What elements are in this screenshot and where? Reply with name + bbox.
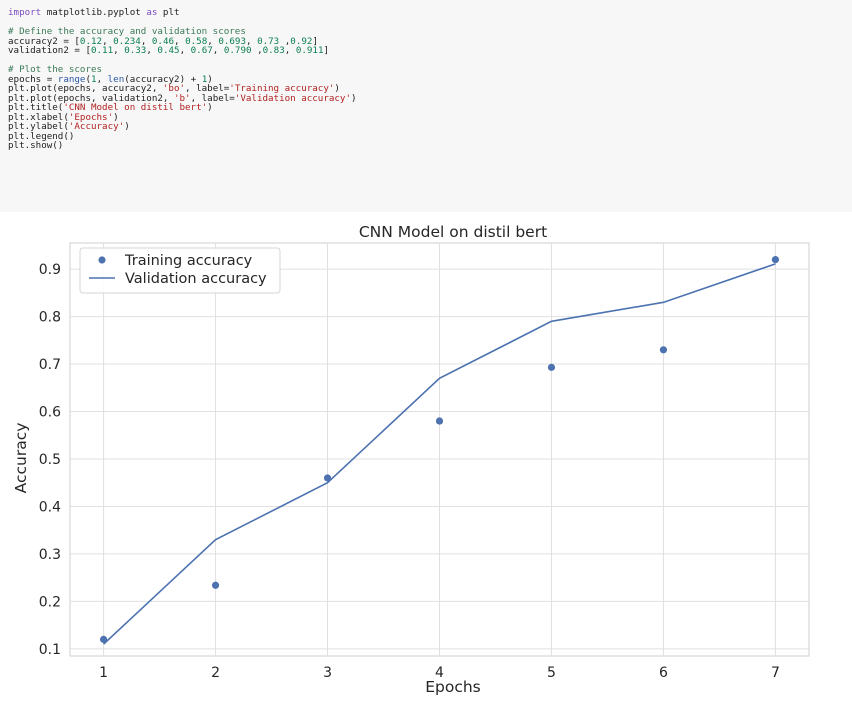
code-token: , — [146, 45, 158, 56]
code-line: plt.show() — [8, 141, 852, 151]
code-token: import — [8, 7, 42, 18]
accuracy-chart: CNN Model on distil bert 1 2 3 4 5 6 70.10.20.… — [12, 223, 810, 696]
code-token: 0.67 — [190, 45, 213, 56]
code-token: 'Validation accuracy' — [234, 92, 351, 104]
training-accuracy-point — [99, 635, 108, 643]
code-token: , — [212, 45, 224, 56]
code-token: 0.911 — [295, 45, 324, 56]
code-token: ) — [351, 92, 357, 104]
code-token: 0.11 — [90, 45, 114, 56]
x-tick-label: 7 — [771, 665, 780, 681]
code-token: ] — [323, 45, 330, 56]
legend-marker-training — [98, 256, 106, 264]
y-tick-label: 0.3 — [39, 547, 61, 563]
y-tick-label: 0.8 — [39, 310, 61, 326]
code-token: , — [113, 45, 125, 56]
y-tick-label: 0.6 — [39, 405, 61, 421]
code-line: plt.ylabel('Accuracy') — [8, 122, 852, 132]
training-accuracy-point — [771, 256, 780, 264]
code-token: as — [146, 7, 158, 18]
training-accuracy-point — [659, 346, 668, 354]
x-tick-label: 1 — [99, 665, 108, 681]
code-line: validation2 = [0.11, 0.33, 0.45, 0.67, 0… — [8, 46, 852, 56]
code-token: plt — [157, 7, 180, 18]
y-tick-label: 0.5 — [39, 452, 61, 468]
code-cell[interactable]: import matplotlib.pyplot as plt # Define … — [0, 0, 852, 212]
figure: CNN Model on distil bert 1 2 3 4 5 6 7 0.1 0.2 0.… — [0, 212, 852, 702]
code-lines: import matplotlib.pyplot as plt # Define … — [8, 8, 852, 151]
training-accuracy-point — [211, 581, 220, 589]
training-accuracy-point — [435, 417, 444, 425]
code-token: ) — [207, 102, 213, 113]
y-tick-label: 0.9 — [39, 262, 61, 278]
code-token: , — [284, 45, 296, 56]
x-tick-label: 6 — [659, 665, 668, 681]
code-token: 0.45 — [157, 45, 180, 56]
code-token: 0.790 — [223, 45, 252, 56]
y-tick-label: 0.7 — [39, 357, 61, 373]
code-token: validation2 = [ — [8, 45, 91, 56]
code-line: plt.xlabel('Epochs') — [8, 112, 852, 123]
code-token: ) — [124, 121, 130, 132]
y-tick-label: 0.4 — [39, 499, 61, 515]
x-tick-label: 3 — [323, 665, 332, 681]
x-axis-label: Epochs — [425, 678, 481, 696]
y-tick-label: 0.1 — [39, 642, 61, 658]
code-line: plt.title('CNN Model on distil bert') — [8, 103, 852, 113]
training-accuracy-point — [547, 363, 556, 371]
legend: Training accuracy Validation accuracy — [79, 247, 281, 294]
code-token: plt.show() — [8, 140, 64, 151]
x-tick-label: 2 — [211, 665, 220, 681]
code-token: , — [179, 45, 191, 56]
code-token: 0.33 — [124, 45, 147, 56]
legend-label: Training accuracy — [124, 253, 253, 269]
code-token: , — [251, 45, 263, 56]
code-token: 'Accuracy' — [68, 121, 125, 132]
code-token: matplotlib.pyplot — [41, 7, 147, 18]
code-token: 0.83 — [262, 45, 285, 56]
chart-title: CNN Model on distil bert — [359, 223, 547, 241]
y-tick-label: 0.2 — [39, 594, 61, 610]
training-accuracy-point — [323, 474, 332, 482]
code-line: import matplotlib.pyplot as plt — [8, 8, 852, 18]
code-line: plt.legend() — [8, 131, 852, 142]
y-axis-label: Accuracy — [12, 423, 30, 494]
x-tick-label: 5 — [547, 665, 556, 681]
legend-label: Validation accuracy — [125, 271, 267, 287]
